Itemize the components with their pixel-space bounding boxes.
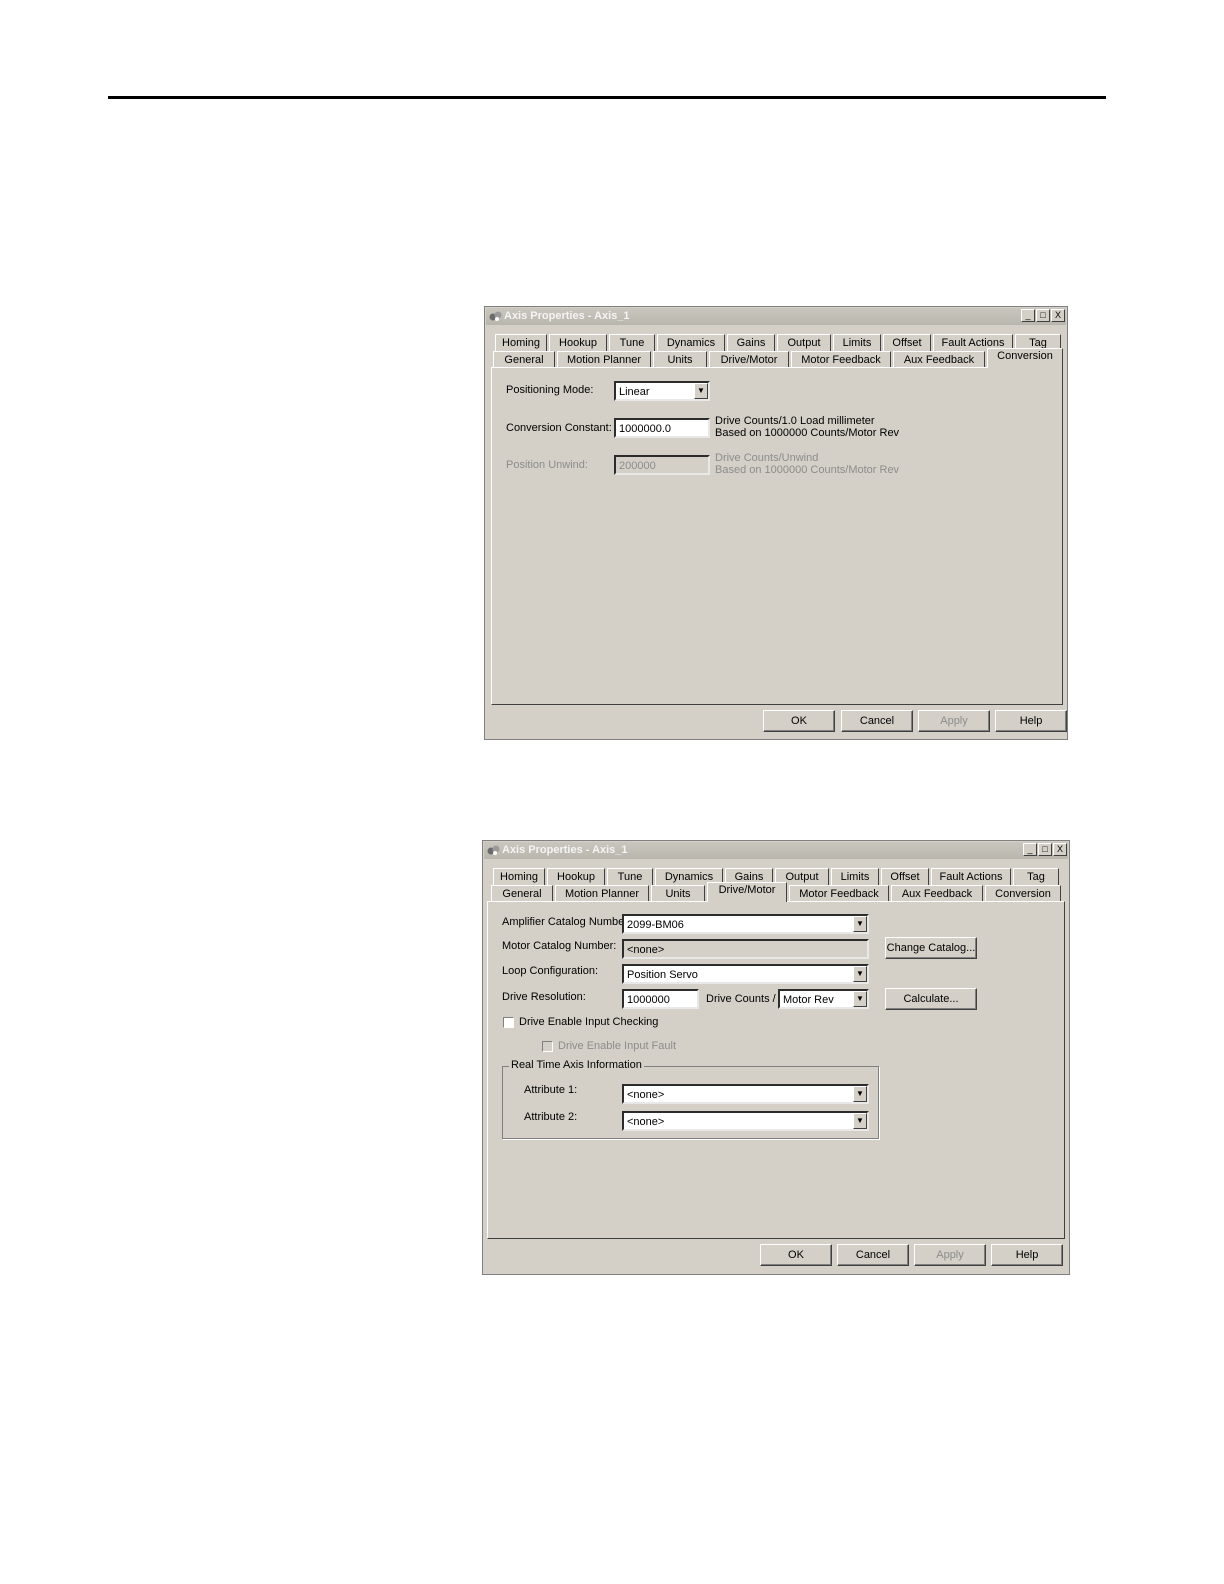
cancel-button[interactable]: Cancel [837, 1244, 909, 1266]
tab-motor-feedback[interactable]: Motor Feedback [789, 885, 889, 902]
cancel-button[interactable]: Cancel [841, 710, 913, 732]
drive-enable-fault-checkbox[interactable] [542, 1041, 553, 1052]
conversion-constant-input[interactable]: 1000000.0 [614, 418, 710, 438]
drive-resolution-label: Drive Resolution: [502, 991, 586, 1003]
axis-properties-dialog-drive-motor: Axis Properties - Axis_1 _ □ X Homing Ho… [482, 840, 1070, 1275]
window-title: Axis Properties - Axis_1 [502, 844, 628, 856]
help-button[interactable]: Help [995, 710, 1067, 732]
tab-motor-feedback[interactable]: Motor Feedback [791, 351, 891, 368]
amplifier-catalog-value: 2099-BM06 [627, 919, 684, 931]
maximize-icon[interactable]: □ [1038, 843, 1052, 856]
app-icon [487, 845, 500, 855]
motor-catalog-field: <none> [622, 939, 869, 959]
conversion-constant-label: Conversion Constant: [506, 422, 612, 434]
tab-fault-actions[interactable]: Fault Actions [931, 868, 1011, 885]
tab-general[interactable]: General [491, 885, 553, 902]
drive-counts-unit-select[interactable]: Motor Rev ▼ [778, 989, 869, 1009]
tab-tag[interactable]: Tag [1013, 868, 1059, 885]
loop-configuration-select[interactable]: Position Servo ▼ [622, 964, 869, 984]
tab-output[interactable]: Output [777, 334, 831, 351]
minimize-icon[interactable]: _ [1023, 843, 1037, 856]
tab-drive-motor[interactable]: Drive/Motor [707, 882, 787, 902]
chevron-down-icon[interactable]: ▼ [853, 991, 867, 1007]
tab-homing[interactable]: Homing [493, 868, 545, 885]
calculate-button[interactable]: Calculate... [885, 988, 977, 1010]
title-bar[interactable]: Axis Properties - Axis_1 _ □ X [484, 842, 1068, 859]
tab-dynamics[interactable]: Dynamics [657, 334, 725, 351]
motor-catalog-label: Motor Catalog Number: [502, 940, 617, 952]
change-catalog-button[interactable]: Change Catalog... [885, 937, 977, 959]
tab-units[interactable]: Units [653, 351, 707, 368]
conversion-constant-basis: Based on 1000000 Counts/Motor Rev [715, 427, 900, 439]
amplifier-catalog-select[interactable]: 2099-BM06 ▼ [622, 914, 869, 934]
tab-conversion[interactable]: Conversion [987, 348, 1063, 368]
tab-general[interactable]: General [493, 351, 555, 368]
tab-offset[interactable]: Offset [883, 334, 931, 351]
tab-aux-feedback[interactable]: Aux Feedback [893, 351, 985, 368]
maximize-icon[interactable]: □ [1036, 309, 1050, 322]
drive-counts-unit-value: Motor Rev [783, 994, 834, 1006]
tab-conversion[interactable]: Conversion [985, 885, 1061, 902]
app-icon [489, 311, 502, 321]
apply-button[interactable]: Apply [914, 1244, 986, 1266]
title-bar[interactable]: Axis Properties - Axis_1 _ □ X [486, 308, 1066, 325]
apply-button[interactable]: Apply [918, 710, 990, 732]
conversion-constant-unit: Drive Counts/1.0 Load millimeter [715, 415, 875, 427]
tab-aux-feedback[interactable]: Aux Feedback [891, 885, 983, 902]
attribute1-value: <none> [627, 1089, 665, 1101]
attribute1-select[interactable]: <none> ▼ [622, 1084, 869, 1104]
help-button[interactable]: Help [991, 1244, 1063, 1266]
tab-tune[interactable]: Tune [609, 334, 655, 351]
tab-tune[interactable]: Tune [607, 868, 653, 885]
drive-resolution-input[interactable]: 1000000 [622, 989, 699, 1009]
drive-enable-checking-label: Drive Enable Input Checking [519, 1016, 659, 1028]
positioning-mode-label: Positioning Mode: [506, 384, 594, 396]
chevron-down-icon[interactable]: ▼ [853, 1086, 867, 1102]
positioning-mode-select[interactable]: Linear ▼ [614, 381, 710, 401]
tab-motion-planner[interactable]: Motion Planner [555, 885, 649, 902]
amplifier-catalog-label: Amplifier Catalog Number: [502, 916, 631, 928]
ok-button[interactable]: OK [760, 1244, 832, 1266]
position-unwind-label: Position Unwind: [506, 459, 588, 471]
attribute2-select[interactable]: <none> ▼ [622, 1111, 869, 1131]
loop-configuration-value: Position Servo [627, 969, 698, 981]
drive-counts-label: Drive Counts / [706, 993, 776, 1005]
drive-enable-checking-checkbox[interactable] [503, 1017, 514, 1028]
loop-configuration-label: Loop Configuration: [502, 965, 599, 977]
tab-gains[interactable]: Gains [727, 334, 775, 351]
tab-hookup[interactable]: Hookup [547, 868, 605, 885]
position-unwind-unit: Drive Counts/Unwind [715, 452, 819, 464]
chevron-down-icon[interactable]: ▼ [694, 383, 708, 399]
attribute2-value: <none> [627, 1116, 665, 1128]
position-unwind-basis: Based on 1000000 Counts/Motor Rev [715, 464, 900, 476]
tab-limits[interactable]: Limits [831, 868, 879, 885]
tab-motion-planner[interactable]: Motion Planner [557, 351, 651, 368]
tab-panel: Positioning Mode: Linear ▼ Conversion Co… [491, 367, 1063, 705]
tab-panel: Amplifier Catalog Number: 2099-BM06 ▼ Mo… [487, 901, 1065, 1239]
realtime-axis-info-title: Real Time Axis Information [509, 1059, 644, 1071]
chevron-down-icon[interactable]: ▼ [853, 1113, 867, 1129]
chevron-down-icon[interactable]: ▼ [853, 966, 867, 982]
position-unwind-input[interactable]: 200000 [614, 455, 710, 475]
close-icon[interactable]: X [1053, 843, 1067, 856]
tab-hookup[interactable]: Hookup [549, 334, 607, 351]
realtime-axis-info-group: Real Time Axis Information Attribute 1: … [502, 1059, 879, 1139]
chevron-down-icon[interactable]: ▼ [853, 916, 867, 932]
tab-homing[interactable]: Homing [495, 334, 547, 351]
positioning-mode-value: Linear [619, 386, 650, 398]
drive-enable-fault-label: Drive Enable Input Fault [558, 1040, 677, 1052]
tab-drive-motor[interactable]: Drive/Motor [709, 351, 789, 368]
header-rule [108, 96, 1106, 99]
tab-units[interactable]: Units [651, 885, 705, 902]
tab-limits[interactable]: Limits [833, 334, 881, 351]
window-title: Axis Properties - Axis_1 [504, 310, 630, 322]
minimize-icon[interactable]: _ [1021, 309, 1035, 322]
attribute2-label: Attribute 2: [524, 1111, 578, 1123]
attribute1-label: Attribute 1: [524, 1084, 578, 1096]
tab-offset[interactable]: Offset [881, 868, 929, 885]
axis-properties-dialog-conversion: Axis Properties - Axis_1 _ □ X Homing Ho… [484, 306, 1068, 740]
close-icon[interactable]: X [1051, 309, 1065, 322]
ok-button[interactable]: OK [763, 710, 835, 732]
